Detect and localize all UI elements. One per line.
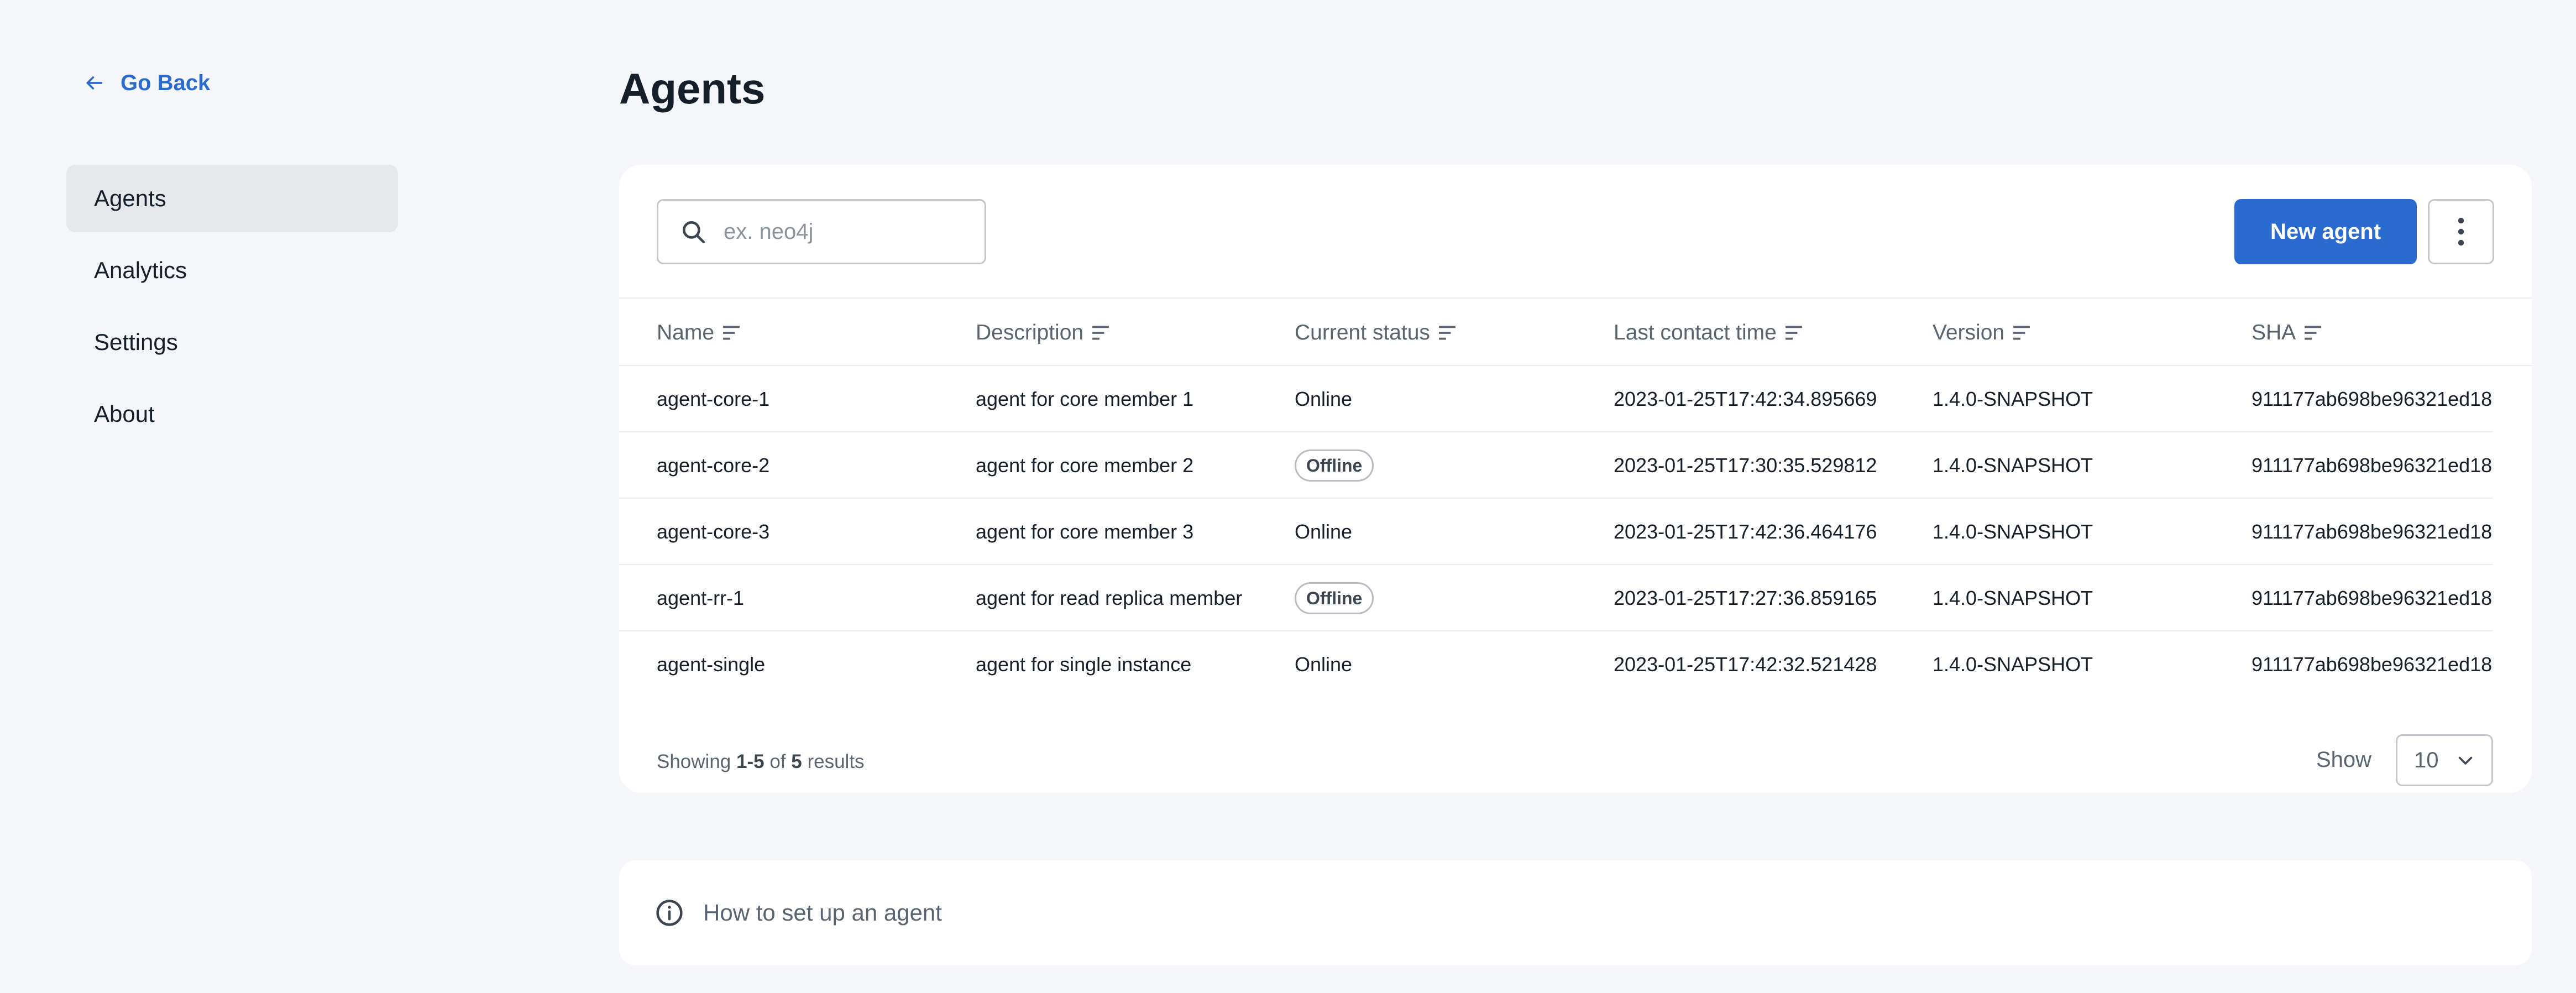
sort-lines-icon	[2305, 326, 2322, 340]
column-header-sha[interactable]: SHA	[2252, 299, 2322, 367]
sidebar-item-label: Agents	[94, 185, 166, 211]
sort-lines-icon	[2013, 326, 2030, 340]
cell-last-contact: 2023-01-25T17:30:35.529812	[1614, 454, 1877, 477]
cell-sha: 911177ab698be96321ed18ba	[2252, 653, 2493, 676]
more-vertical-icon	[2458, 217, 2464, 246]
column-header-label: Last contact time	[1614, 321, 1777, 344]
cell-status: Offline	[1295, 565, 1582, 631]
column-header-description[interactable]: Description	[976, 299, 1110, 367]
cell-status: Online	[1295, 366, 1582, 432]
sidebar-item-label: About	[94, 401, 155, 427]
table-row[interactable]: agent-rr-1 agent for read replica member…	[619, 565, 2493, 631]
cell-name: agent-single	[657, 653, 766, 676]
table-row[interactable]: agent-core-2 agent for core member 2 Off…	[619, 432, 2493, 499]
sidebar-item-label: Settings	[94, 329, 178, 355]
table-footer: Showing 1-5 of 5 results Show 10	[619, 729, 2532, 793]
cell-last-contact: 2023-01-25T17:42:32.521428	[1614, 653, 1877, 676]
sort-lines-icon	[723, 326, 740, 340]
column-header-label: Description	[976, 321, 1084, 344]
agents-table: Name Description Current status Last con…	[619, 297, 2532, 698]
search-box[interactable]	[657, 199, 986, 264]
column-header-label: SHA	[2252, 321, 2296, 344]
sidebar-item-analytics[interactable]: Analytics	[66, 237, 398, 304]
cell-status: Online	[1295, 631, 1582, 698]
table-row[interactable]: agent-core-3 agent for core member 3 Onl…	[619, 499, 2493, 565]
search-input[interactable]	[724, 219, 967, 244]
column-header-last-contact[interactable]: Last contact time	[1614, 299, 1803, 367]
search-icon	[683, 221, 705, 244]
chevron-down-icon	[2458, 756, 2472, 765]
cell-sha: 911177ab698be96321ed18ba	[2252, 587, 2493, 609]
cell-description: agent for read replica member	[976, 587, 1243, 609]
sort-lines-icon	[1439, 326, 1455, 340]
cell-sha: 911177ab698be96321ed18ba	[2252, 454, 2493, 477]
sidebar-item-settings[interactable]: Settings	[66, 309, 398, 376]
arrow-left-icon	[86, 76, 103, 90]
page-size-value: 10	[2414, 748, 2439, 772]
sidebar-item-about[interactable]: About	[66, 380, 398, 448]
cell-version: 1.4.0-SNAPSHOT	[1933, 454, 2093, 477]
cell-version: 1.4.0-SNAPSHOT	[1933, 388, 2093, 410]
agents-card: New agent Name Description Current sta	[619, 165, 2532, 793]
sidebar-nav: Agents Analytics Settings About	[66, 165, 398, 452]
cell-name: agent-rr-1	[657, 587, 745, 609]
column-header-label: Current status	[1295, 321, 1430, 344]
go-back-label: Go Back	[121, 70, 211, 95]
setup-info-label: How to set up an agent	[703, 900, 942, 926]
cell-version: 1.4.0-SNAPSHOT	[1933, 520, 2093, 543]
table-header: Name Description Current status Last con…	[619, 297, 2532, 366]
cell-last-contact: 2023-01-25T17:27:36.859165	[1614, 587, 1877, 609]
cell-last-contact: 2023-01-25T17:42:36.464176	[1614, 520, 1877, 543]
cell-name: agent-core-3	[657, 520, 770, 543]
cell-status: Online	[1295, 499, 1582, 565]
app-page: Go Back Agents Analytics Settings About …	[0, 0, 2576, 993]
status-badge: Offline	[1295, 582, 1374, 614]
results-summary: Showing 1-5 of 5 results	[657, 751, 865, 773]
cell-description: agent for single instance	[976, 653, 1192, 676]
new-agent-button[interactable]: New agent	[2234, 199, 2417, 264]
results-total: 5	[791, 751, 802, 772]
status-text: Online	[1295, 520, 1353, 543]
cell-name: agent-core-1	[657, 388, 770, 410]
cell-sha: 911177ab698be96321ed18ba	[2252, 520, 2493, 543]
results-range: 1-5	[736, 751, 765, 772]
table-row[interactable]: agent-core-1 agent for core member 1 Onl…	[619, 366, 2493, 432]
go-back-link[interactable]: Go Back	[83, 66, 210, 100]
status-text: Online	[1295, 388, 1353, 410]
cell-name: agent-core-2	[657, 454, 770, 477]
cell-sha: 911177ab698be96321ed18ba	[2252, 388, 2493, 410]
status-text: Online	[1295, 653, 1353, 676]
page-title: Agents	[619, 64, 766, 113]
column-header-name[interactable]: Name	[657, 299, 741, 367]
sort-lines-icon	[1092, 326, 1109, 340]
column-header-label: Version	[1933, 321, 2005, 344]
of-word: of	[769, 751, 786, 772]
table-row[interactable]: agent-single agent for single instance O…	[619, 631, 2493, 698]
cell-description: agent for core member 3	[976, 520, 1194, 543]
page-size-select[interactable]: 10	[2396, 734, 2493, 786]
column-header-label: Name	[657, 321, 715, 344]
status-badge: Offline	[1295, 450, 1374, 482]
info-circle-icon	[656, 900, 683, 926]
cell-status: Offline	[1295, 432, 1582, 499]
setup-info-panel[interactable]: How to set up an agent	[619, 860, 2532, 965]
sort-lines-icon	[1785, 326, 1802, 340]
sidebar-item-label: Analytics	[94, 257, 187, 283]
column-header-status[interactable]: Current status	[1295, 299, 1457, 367]
page-size-label: Show	[2316, 748, 2372, 772]
results-word: results	[807, 751, 865, 772]
cell-last-contact: 2023-01-25T17:42:34.895669	[1614, 388, 1877, 410]
cell-version: 1.4.0-SNAPSHOT	[1933, 587, 2093, 609]
cell-description: agent for core member 1	[976, 388, 1194, 410]
cell-description: agent for core member 2	[976, 454, 1194, 477]
showing-prefix: Showing	[657, 751, 731, 772]
more-options-button[interactable]	[2428, 199, 2494, 264]
sidebar-item-agents[interactable]: Agents	[66, 165, 398, 232]
cell-version: 1.4.0-SNAPSHOT	[1933, 653, 2093, 676]
column-header-version[interactable]: Version	[1933, 299, 2031, 367]
